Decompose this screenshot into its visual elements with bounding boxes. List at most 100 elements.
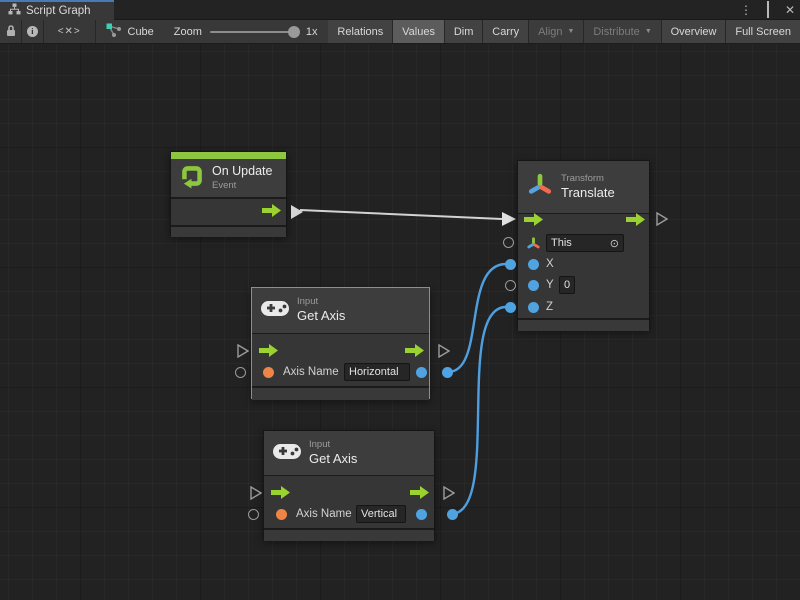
y-value-field[interactable]: 0 xyxy=(559,276,575,294)
distribute-label: Distribute xyxy=(593,26,639,38)
trigger-output-arrow-icon xyxy=(262,204,281,222)
on-update-loop-icon xyxy=(179,163,205,194)
trigger-output-arrow-icon xyxy=(626,213,645,231)
value-wire-horizontal-x xyxy=(448,264,506,372)
axis-name-label: Axis Name xyxy=(296,508,352,520)
x-input-port[interactable] xyxy=(528,259,539,270)
axis-name-label: Axis Name xyxy=(283,366,339,378)
value-output-port[interactable] xyxy=(416,367,427,378)
graph-tab-icon xyxy=(8,2,21,20)
x-connected-port[interactable] xyxy=(505,259,516,270)
axis-name-input-port[interactable] xyxy=(276,509,287,520)
y-input-port[interactable] xyxy=(528,280,539,291)
lock-button[interactable] xyxy=(0,20,21,43)
node-subtitle: Event xyxy=(212,180,272,192)
axis-name-outer-port[interactable] xyxy=(235,367,246,378)
node-header: Input Get Axis xyxy=(252,288,429,333)
trigger-output-port[interactable] xyxy=(656,212,668,226)
flow-wire-arrowhead xyxy=(502,212,516,226)
target-row: This ⊙ xyxy=(526,233,624,253)
window-controls: ⋮ ✕ xyxy=(738,0,798,20)
value-wire-vertical-z xyxy=(451,307,506,514)
z-input-port[interactable] xyxy=(528,302,539,313)
gamepad-icon xyxy=(272,441,302,466)
transform-axes-mini-icon xyxy=(526,236,541,251)
z-port-label: Z xyxy=(546,301,553,313)
z-connected-port[interactable] xyxy=(505,302,516,313)
node-header: Input Get Axis xyxy=(264,431,434,475)
trigger-output-port[interactable] xyxy=(291,205,303,219)
node-category: Input xyxy=(309,439,357,451)
zoom-slider-knob[interactable] xyxy=(288,26,300,38)
inspect-button[interactable]: i xyxy=(22,20,43,43)
zoom-control: Zoom 1x xyxy=(164,20,328,43)
y-outer-port[interactable] xyxy=(505,280,516,291)
chevron-down-icon: ▼ xyxy=(568,28,575,35)
relations-button[interactable]: Relations xyxy=(328,20,392,43)
zoom-value: 1x xyxy=(306,26,318,38)
align-dropdown[interactable]: Align ▼ xyxy=(529,20,583,43)
target-outer-port[interactable] xyxy=(503,237,514,248)
zoom-slider[interactable] xyxy=(210,31,298,33)
trigger-output-arrow-icon xyxy=(405,344,424,362)
dim-button[interactable]: Dim xyxy=(445,20,483,43)
node-title: On Update xyxy=(212,164,272,180)
trigger-output-arrow-icon xyxy=(410,486,429,504)
graph-node-icon xyxy=(106,23,122,40)
trigger-output-outer-port[interactable] xyxy=(443,486,455,500)
close-icon[interactable]: ✕ xyxy=(782,3,798,17)
info-icon: i xyxy=(27,26,38,37)
script-graph-window: Script Graph ⋮ ✕ i <✕> xyxy=(0,0,800,600)
trigger-output-outer-port[interactable] xyxy=(438,344,450,358)
y-port-label: Y xyxy=(546,279,554,291)
align-label: Align xyxy=(538,26,562,38)
value-output-connected-port[interactable] xyxy=(442,367,453,378)
trigger-input-arrow-icon xyxy=(259,344,278,362)
maximize-icon[interactable] xyxy=(760,3,776,17)
axis-name-field[interactable]: Vertical xyxy=(356,505,406,523)
node-header: On Update Event xyxy=(171,159,286,197)
value-output-port[interactable] xyxy=(416,509,427,520)
trigger-input-outer-port[interactable] xyxy=(237,344,249,358)
code-view-button[interactable]: <✕> xyxy=(44,20,95,43)
lock-icon xyxy=(5,24,17,40)
node-category: Transform xyxy=(561,173,615,185)
axis-name-input-port[interactable] xyxy=(263,367,274,378)
node-category: Input xyxy=(297,296,345,308)
node-get-axis-vertical[interactable]: Input Get Axis Axis Name Vertical xyxy=(263,430,435,540)
x-port-label: X xyxy=(546,258,554,270)
target-object-value: This xyxy=(551,237,572,249)
target-object-field[interactable]: This ⊙ xyxy=(546,234,624,252)
carry-button[interactable]: Carry xyxy=(483,20,528,43)
trigger-input-arrow-icon xyxy=(271,486,290,504)
event-accent-bar xyxy=(171,152,286,159)
title-bar: Script Graph ⋮ ✕ xyxy=(0,0,800,20)
node-get-axis-horizontal[interactable]: Input Get Axis Axis Name Horizontal xyxy=(251,287,430,399)
tab-title: Script Graph xyxy=(26,5,91,17)
node-title: Translate xyxy=(561,185,615,201)
node-on-update[interactable]: On Update Event xyxy=(170,151,287,236)
trigger-input-arrow-icon xyxy=(524,213,543,231)
zoom-label: Zoom xyxy=(174,26,202,38)
axis-name-field[interactable]: Horizontal xyxy=(344,363,410,381)
full-screen-button[interactable]: Full Screen xyxy=(726,20,800,43)
gamepad-icon xyxy=(260,298,290,323)
values-button[interactable]: Values xyxy=(393,20,444,43)
graph-context-breadcrumb[interactable]: Cube xyxy=(96,20,164,43)
node-translate[interactable]: Transform Translate xyxy=(517,160,650,330)
toolbar: i <✕> Cube Zoom 1x Rela xyxy=(0,20,800,44)
overview-button[interactable]: Overview xyxy=(662,20,726,43)
tab-script-graph[interactable]: Script Graph xyxy=(0,0,114,20)
axis-name-outer-port[interactable] xyxy=(248,509,259,520)
chevron-down-icon: ▼ xyxy=(645,28,652,35)
trigger-input-outer-port[interactable] xyxy=(250,486,262,500)
value-output-connected-port[interactable] xyxy=(447,509,458,520)
flow-wire xyxy=(300,210,502,219)
transform-axes-icon xyxy=(526,171,554,204)
object-picker-icon[interactable]: ⊙ xyxy=(610,237,619,250)
code-view-icon: <✕> xyxy=(58,26,81,37)
node-header: Transform Translate xyxy=(518,161,649,213)
distribute-dropdown[interactable]: Distribute ▼ xyxy=(584,20,660,43)
graph-canvas[interactable]: On Update Event xyxy=(0,44,800,600)
menu-icon[interactable]: ⋮ xyxy=(738,3,754,17)
